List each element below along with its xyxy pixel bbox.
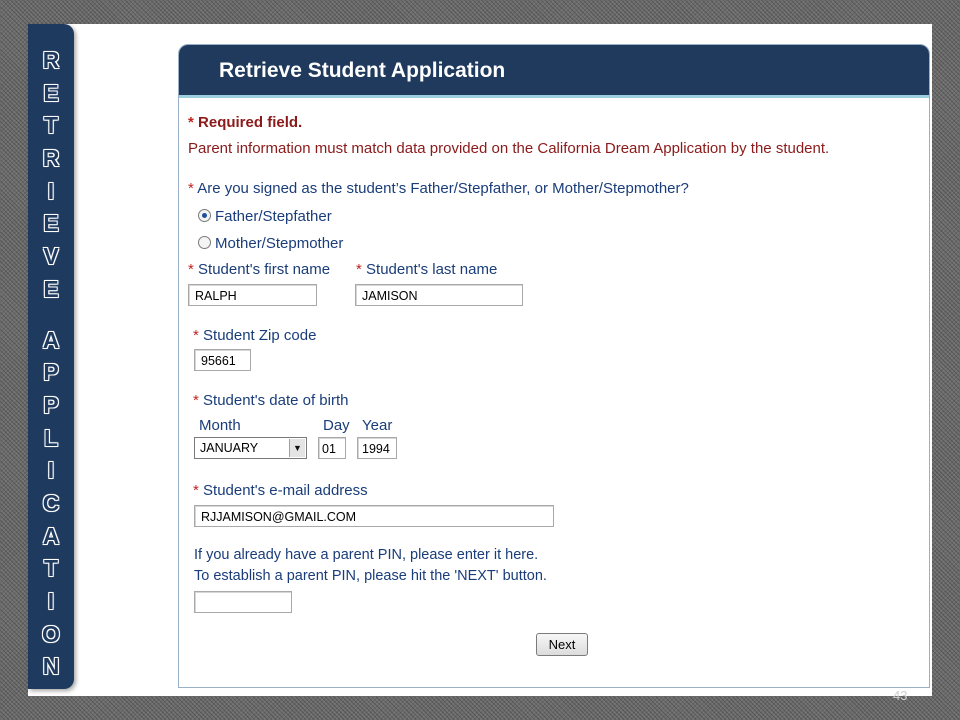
first-name-input[interactable]: RALPH — [188, 284, 317, 306]
month-select-value: JANUARY — [200, 441, 259, 455]
side-title-letter: P — [43, 391, 59, 418]
year-input[interactable]: 1994 — [357, 437, 397, 459]
required-star: * — [193, 392, 199, 409]
side-title-letter: E — [43, 79, 59, 106]
side-title-letter: A — [42, 522, 60, 549]
last-name-input[interactable]: JAMISON — [355, 284, 523, 306]
required-star: * — [193, 482, 199, 499]
required-field-note: * Required field. — [188, 114, 302, 131]
next-button[interactable]: Next — [536, 633, 588, 656]
year-label: Year — [362, 417, 393, 434]
pin-instruction-line2: To establish a parent PIN, please hit th… — [194, 568, 547, 584]
first-name-label: * Student's first name — [188, 261, 330, 278]
last-name-label: * Student's last name — [356, 261, 497, 278]
month-select[interactable]: JANUARY ▼ — [194, 437, 307, 459]
side-title-letter: C — [42, 489, 60, 516]
relationship-question: * Are you signed as the student’s Father… — [188, 180, 689, 197]
zip-input[interactable]: 95661 — [194, 349, 251, 371]
day-label: Day — [323, 417, 350, 434]
dob-label-text: Student's date of birth — [203, 392, 349, 409]
side-title-gap — [28, 306, 74, 324]
side-title-letter: V — [43, 243, 59, 270]
side-title-letter: T — [43, 112, 59, 139]
father-radio-label[interactable]: Father/Stepfather — [215, 208, 332, 225]
side-title-letter: I — [47, 177, 55, 204]
side-title-letter: O — [42, 620, 60, 647]
side-title-letter: E — [43, 210, 59, 237]
side-title-letter: R — [42, 47, 60, 73]
panel-header: Retrieve Student Application — [179, 45, 929, 98]
father-radio[interactable] — [198, 209, 211, 222]
required-star: * — [188, 114, 194, 131]
side-title-letter: P — [43, 359, 59, 386]
required-star: * — [188, 180, 194, 197]
relationship-question-label: Are you signed as the student’s Father/S… — [197, 180, 689, 197]
dob-label: * Student's date of birth — [193, 392, 348, 409]
page-title: Retrieve Student Application — [219, 59, 506, 82]
email-label: * Student's e-mail address — [193, 482, 368, 499]
first-name-label-text: Student's first name — [198, 261, 331, 278]
zip-label-text: Student Zip code — [203, 327, 317, 344]
zip-label: * Student Zip code — [193, 327, 316, 344]
side-title-letters: RETRIEVEAPPLICATION — [28, 44, 74, 683]
chevron-down-icon[interactable]: ▼ — [289, 439, 305, 457]
required-star: * — [188, 261, 194, 278]
email-input[interactable]: RJJAMISON@GMAIL.COM — [194, 505, 554, 527]
pin-instruction-line1: If you already have a parent PIN, please… — [194, 547, 539, 563]
side-title-letter: T — [43, 555, 59, 582]
mother-radio[interactable] — [198, 236, 211, 249]
side-title-band: RETRIEVEAPPLICATION — [28, 24, 74, 689]
month-label: Month — [199, 417, 241, 434]
pin-input[interactable] — [194, 591, 292, 613]
side-title-letter: A — [42, 326, 60, 353]
email-label-text: Student's e-mail address — [203, 482, 368, 499]
last-name-label-text: Student's last name — [366, 261, 498, 278]
side-title-letter: I — [47, 457, 55, 484]
side-title-letter: R — [42, 145, 60, 172]
info-text: Parent information must match data provi… — [188, 140, 830, 157]
day-input[interactable]: 01 — [318, 437, 346, 459]
slide-number: 43 — [893, 688, 908, 703]
side-title-letter: N — [42, 653, 60, 680]
mother-radio-label[interactable]: Mother/Stepmother — [215, 235, 343, 252]
required-star: * — [193, 327, 199, 344]
required-field-label: Required field. — [198, 114, 303, 131]
side-title-letter: E — [43, 275, 59, 302]
side-title-letter: I — [47, 588, 55, 614]
side-title-letter: L — [43, 424, 59, 451]
required-star: * — [356, 261, 362, 278]
